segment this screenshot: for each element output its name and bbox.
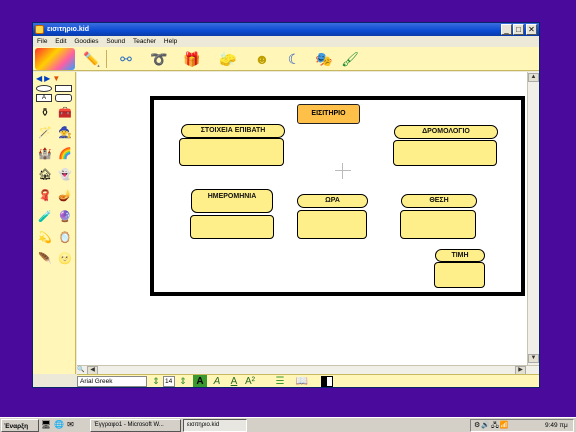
window-title: εισιτηριο.kid	[47, 26, 90, 33]
taskbar: Έναρξη 🖥 🌐 ✉ Έγγραφο1 - Microsoft W... ε…	[0, 417, 576, 432]
crosshair-icon	[335, 163, 351, 179]
rainbow-icon[interactable]: 🌈	[55, 145, 75, 161]
menu-file[interactable]: File	[37, 38, 47, 45]
palette-menu-icon[interactable]: ▼	[52, 74, 60, 83]
diagram-canvas[interactable]: ΕΙΣΙΤΗΡΙΟ ΣΤΟΙΧΕΙΑ ΕΠΙΒΑΤΗ ΔΡΟΜΟΛΟΓΙΟ ΗΜ…	[77, 72, 527, 365]
format-bar: Arial Greek ⇕ 14 ⇕ A A A A² ☰ 📖	[77, 374, 539, 387]
haunted-house-icon[interactable]: 🏚	[35, 166, 55, 182]
field-box-price[interactable]	[434, 262, 485, 288]
main-toolbar: ✏️ ⚯ ➰ 🎁 🧽 ☻ ☾ 🎭 🖌	[33, 47, 539, 71]
font-size-stepper-icon[interactable]: ⇕	[149, 375, 163, 387]
app-icon	[35, 25, 44, 34]
field-label-seat[interactable]: ΘΕΣΗ	[401, 194, 477, 208]
taskbar-kid-button[interactable]: εισιτηριο.kid	[183, 419, 247, 432]
masks-icon[interactable]: 🎭	[313, 49, 335, 69]
magic-mirror-icon[interactable]: 🪞	[55, 229, 75, 245]
underline-button[interactable]: A	[227, 375, 241, 387]
tray-icons[interactable]: ⚙🔊🖧📶	[474, 420, 510, 431]
start-button[interactable]: Έναρξη	[1, 419, 39, 432]
oval-shape-icon[interactable]	[36, 85, 52, 92]
scroll-up-icon[interactable]: ▲	[528, 73, 539, 82]
wreath-icon[interactable]: 💫	[35, 229, 55, 245]
kidspiration-logo-icon	[35, 48, 75, 70]
ticket-title[interactable]: ΕΙΣΙΤΗΡΙΟ	[297, 104, 360, 124]
feather-icon[interactable]: 🪶	[35, 250, 55, 266]
cauldron-icon[interactable]: ⚱	[35, 104, 55, 120]
field-box-time[interactable]	[297, 210, 367, 239]
field-box-route[interactable]	[393, 140, 497, 166]
paintbrush-icon[interactable]: 🖌	[339, 49, 361, 69]
crystal-ball-icon[interactable]: 🔮	[55, 208, 75, 224]
moon-sound-icon[interactable]: ☾	[283, 49, 305, 69]
scroll-down-icon[interactable]: ▼	[528, 354, 539, 363]
bold-button[interactable]: A	[193, 375, 207, 387]
app-window: εισιτηριο.kid _ □ ✕ File Edit Goodies So…	[32, 22, 540, 388]
castle-icon[interactable]: 🏰	[35, 145, 55, 161]
font-name-select[interactable]: Arial Greek	[77, 376, 147, 387]
desktop-icon[interactable]: 🖥	[41, 420, 51, 429]
field-box-seat[interactable]	[400, 210, 476, 239]
font-size-field[interactable]: 14	[163, 376, 175, 387]
menu-goodies[interactable]: Goodies	[74, 38, 98, 45]
eraser-icon[interactable]: 🧽	[217, 49, 239, 69]
minimize-button[interactable]: _	[501, 24, 512, 35]
menu-bar: File Edit Goodies Sound Teacher Help	[33, 36, 539, 47]
network-icon[interactable]: ⚯	[115, 49, 137, 69]
clock: 9:49 πμ	[545, 422, 568, 429]
ticket-frame[interactable]: ΕΙΣΙΤΗΡΙΟ ΣΤΟΙΧΕΙΑ ΕΠΙΒΑΤΗ ΔΡΟΜΟΛΟΓΙΟ ΗΜ…	[150, 96, 525, 296]
field-label-route[interactable]: ΔΡΟΜΟΛΟΓΙΟ	[394, 125, 498, 139]
size-stepper-icon[interactable]: ⇕	[176, 375, 190, 387]
menu-help[interactable]: Help	[164, 38, 177, 45]
system-tray: ⚙🔊🖧📶 9:49 πμ	[470, 419, 574, 432]
moon-face-icon[interactable]: 🌝	[55, 250, 75, 266]
toy-box-icon[interactable]: 🎁	[181, 49, 203, 69]
field-label-date[interactable]: ΗΜΕΡΟΜΗΝΙΑ	[191, 189, 273, 213]
taskbar-word-button[interactable]: Έγγραφο1 - Microsoft W...	[90, 419, 181, 432]
italic-button[interactable]: A	[210, 375, 224, 387]
field-label-time[interactable]: ΩΡΑ	[297, 194, 368, 208]
title-bar[interactable]: εισιτηριο.kid _ □ ✕	[33, 23, 539, 36]
horizontal-scrollbar[interactable]: 🔍 ◀ ▶	[77, 365, 539, 375]
magic-carpet-icon[interactable]: 🧣	[35, 187, 55, 203]
next-arrow-icon[interactable]: ▶	[44, 74, 50, 83]
symbol-palette: ◀ ▶ ▼ A ⚱ 🧰 🪄 🧙 🏰 🌈 🏚 👻 🧣 🪔 🧪 🔮 💫 🪞 🪶 🌝	[33, 72, 76, 374]
vertical-scrollbar[interactable]: ▲ ▼	[527, 72, 539, 365]
genie-lamp-icon[interactable]: 🪔	[55, 187, 75, 203]
menu-sound[interactable]: Sound	[106, 38, 125, 45]
ghost-icon[interactable]: 👻	[55, 166, 75, 182]
field-box-passenger[interactable]	[179, 138, 284, 166]
prev-arrow-icon[interactable]: ◀	[36, 74, 42, 83]
zoom-icon[interactable]: 🔍	[77, 366, 86, 374]
text-shape-icon[interactable]: A	[36, 94, 52, 102]
rectangle-shape-icon[interactable]	[55, 85, 72, 92]
color-swatch-icon[interactable]	[321, 376, 333, 387]
link-icon[interactable]: ➰	[148, 49, 170, 69]
palette-nav: ◀ ▶ ▼	[36, 74, 60, 83]
menu-teacher[interactable]: Teacher	[133, 38, 156, 45]
field-label-price[interactable]: ΤΙΜΗ	[435, 249, 485, 262]
notes-view-icon[interactable]: 📖	[295, 375, 309, 387]
mail-icon[interactable]: ✉	[67, 420, 74, 429]
browser-icon[interactable]: 🌐	[54, 420, 64, 429]
close-button[interactable]: ✕	[526, 24, 537, 35]
field-label-passenger[interactable]: ΣΤΟΙΧΕΙΑ ΕΠΙΒΑΤΗ	[181, 124, 285, 138]
smiley-sun-icon[interactable]: ☻	[251, 49, 273, 69]
wizard-frame-icon[interactable]: 🧙	[55, 124, 75, 140]
potion-icon[interactable]: 🧪	[35, 208, 55, 224]
maximize-button[interactable]: □	[513, 24, 524, 35]
quick-launch: 🖥 🌐 ✉	[41, 420, 74, 429]
field-box-date[interactable]	[190, 215, 274, 239]
menu-edit[interactable]: Edit	[55, 38, 66, 45]
align-lines-icon[interactable]: ☰	[273, 375, 287, 387]
magic-wand-icon[interactable]: 🪄	[35, 124, 55, 140]
toolbar-separator	[106, 50, 107, 68]
treasure-chest-icon[interactable]: 🧰	[55, 104, 75, 120]
pencil-icon[interactable]: ✏️	[81, 49, 103, 69]
text-style-button[interactable]: A²	[243, 375, 257, 387]
rounded-shape-icon[interactable]	[55, 94, 72, 102]
